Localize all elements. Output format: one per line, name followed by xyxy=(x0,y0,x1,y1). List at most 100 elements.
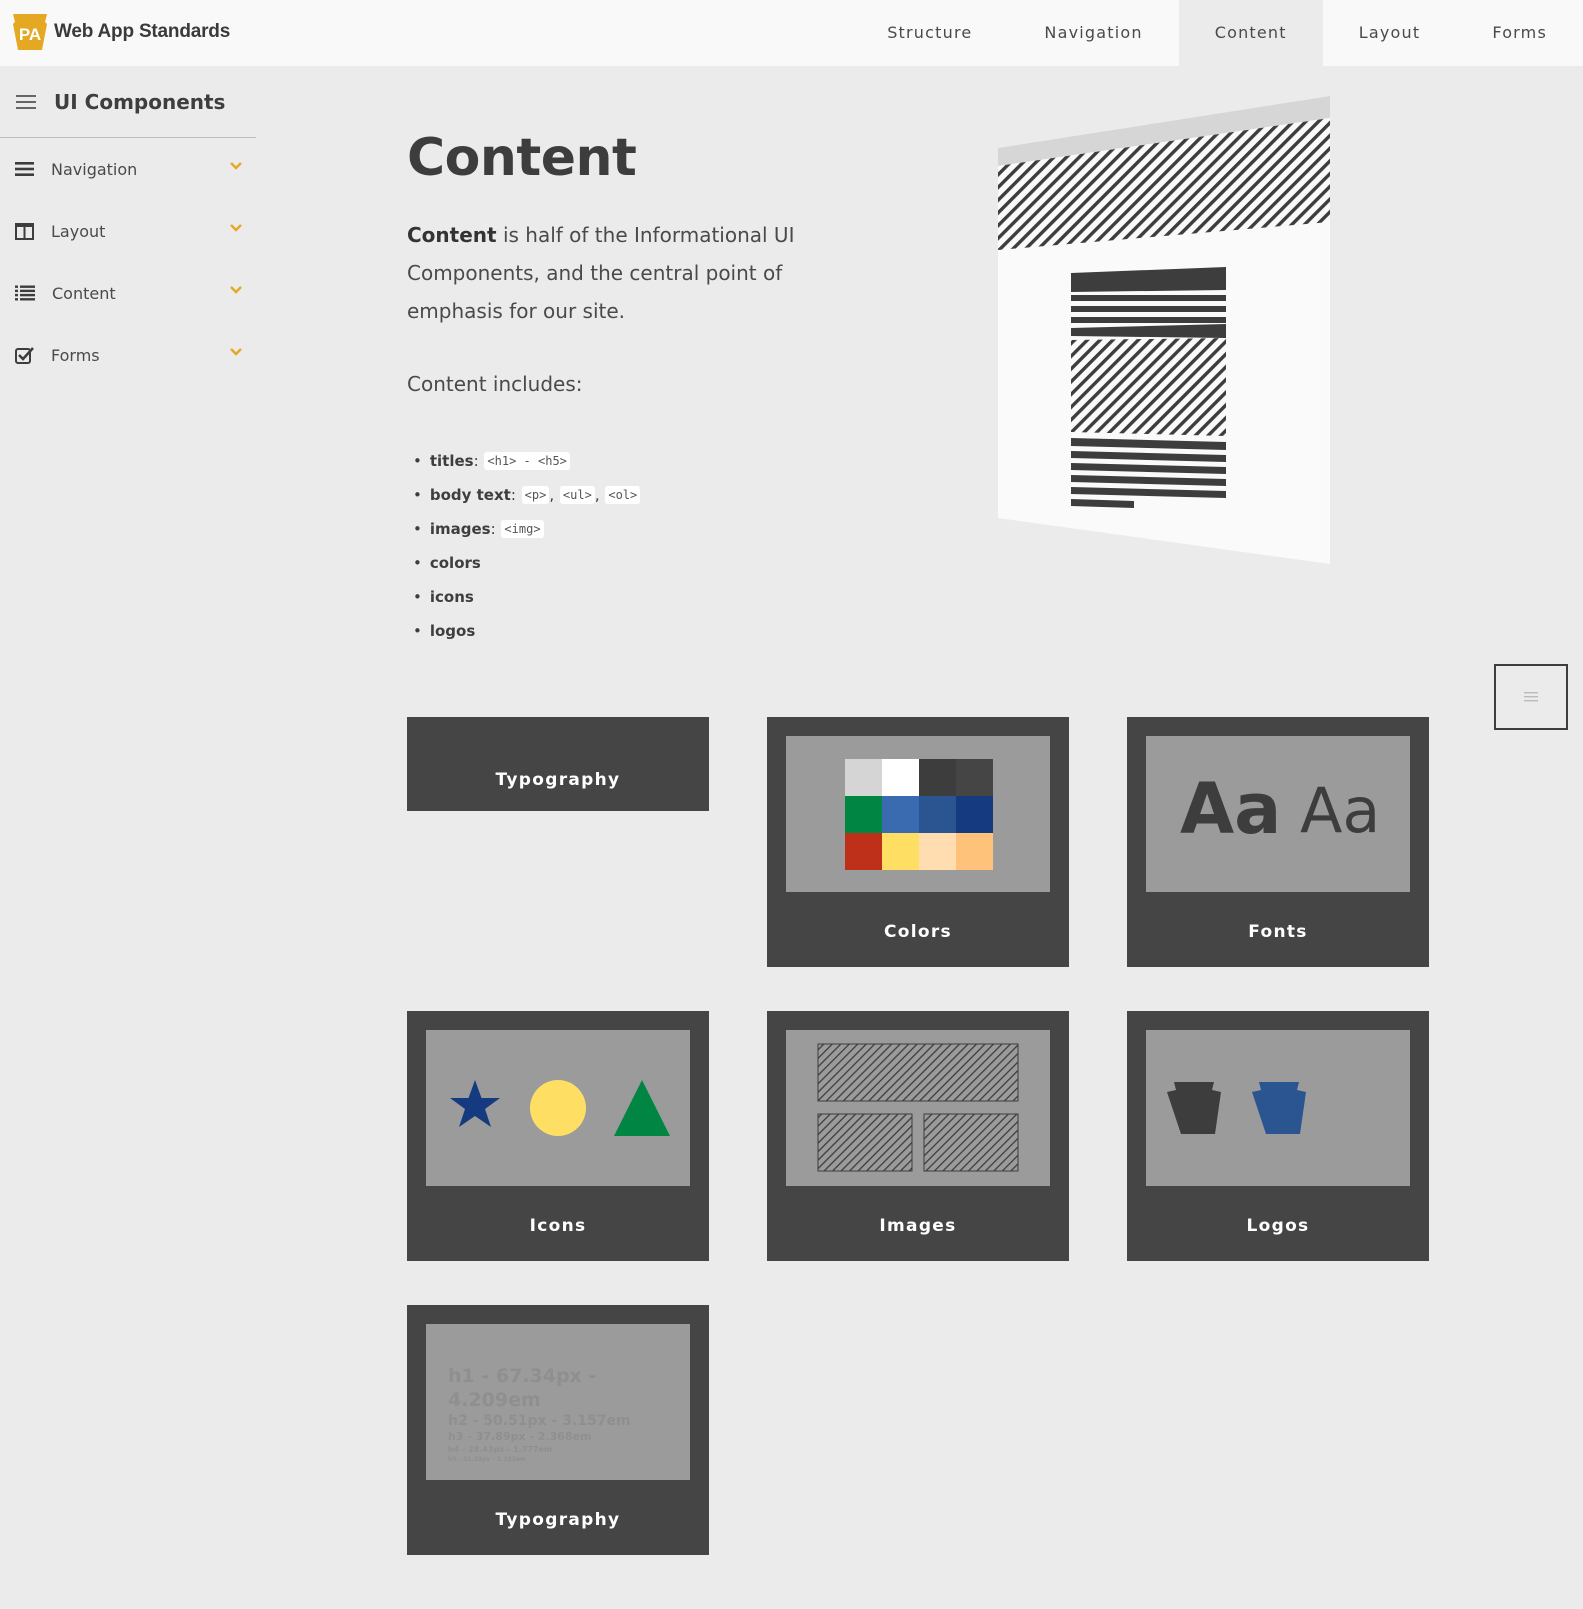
color-swatch xyxy=(956,833,993,870)
card-label: Logos xyxy=(1246,1216,1310,1236)
fonts-card[interactable]: Aa Aa Fonts xyxy=(1127,717,1429,967)
brand-name: Web App Standards xyxy=(54,21,231,42)
color-swatch xyxy=(845,833,882,870)
colors-card[interactable]: Colors xyxy=(767,717,1069,967)
logos-card[interactable]: Logos xyxy=(1127,1011,1429,1261)
columns-icon xyxy=(15,222,34,240)
keystone-blue-icon xyxy=(1252,1082,1306,1134)
font-sample-bold: Aa xyxy=(1180,768,1282,850)
code-tag: <ul> xyxy=(559,486,595,504)
typo-sample-h1: h1 - 67.34px - 4.209em xyxy=(448,1365,597,1411)
sidebar: UI Components Navigation Layout Content … xyxy=(0,66,256,386)
typography-card[interactable]: h1 - 67.34px - 4.209em h2 - 50.51px - 3.… xyxy=(407,1305,709,1555)
code-tag: <ol> xyxy=(605,486,641,504)
code-tag: <p> xyxy=(521,486,550,504)
color-swatch xyxy=(919,796,956,833)
color-swatch xyxy=(845,796,882,833)
code-tag: <h1> - <h5> xyxy=(484,452,570,470)
hamburger-icon[interactable] xyxy=(16,94,36,110)
color-swatches xyxy=(845,759,993,870)
icons-sample xyxy=(450,1080,670,1136)
typo-sample-h4: h4 - 28.43px - 1.777em xyxy=(448,1445,553,1454)
top-header: PA Web App Standards Structure Navigatio… xyxy=(0,0,1583,66)
color-swatch xyxy=(845,759,882,796)
image-placeholder xyxy=(817,1113,913,1172)
color-swatch xyxy=(919,759,956,796)
checkbox-icon xyxy=(15,347,34,364)
typography-scale: h1 - 67.34px - 4.209em h2 - 50.51px - 3.… xyxy=(448,1364,690,1464)
typography-card-top[interactable]: Typography xyxy=(407,717,709,811)
content-page-illustration xyxy=(998,96,1330,564)
chevron-down-icon[interactable] xyxy=(230,286,242,294)
card-label: Colors xyxy=(884,922,952,942)
sidebar-title: UI Components xyxy=(54,89,226,114)
star-icon xyxy=(450,1080,500,1127)
color-swatch xyxy=(919,833,956,870)
menu-lines-icon xyxy=(1524,692,1538,702)
typo-sample-h3: h3 - 37.89px - 2.368em xyxy=(448,1430,592,1443)
colors-preview xyxy=(786,736,1050,892)
images-card[interactable]: Images xyxy=(767,1011,1069,1261)
color-swatch xyxy=(882,759,919,796)
list-item: logos xyxy=(413,614,640,648)
image-placeholder xyxy=(817,1043,1019,1102)
intro-paragraph: Content is half of the Informational UI … xyxy=(407,216,827,330)
code-tag: <img> xyxy=(501,520,544,538)
circle-icon xyxy=(530,1080,586,1136)
list-item: icons xyxy=(413,580,640,614)
image-placeholders xyxy=(817,1043,1019,1172)
brand[interactable]: PA Web App Standards xyxy=(12,14,230,50)
topnav-layout[interactable]: Layout xyxy=(1323,0,1457,66)
keystone-logo-icon: PA xyxy=(13,14,47,50)
font-sample-regular: Aa xyxy=(1300,774,1381,847)
sidebar-item-navigation[interactable]: Navigation xyxy=(0,138,256,200)
card-label: Fonts xyxy=(1248,922,1308,942)
sidebar-item-label: Layout xyxy=(51,221,106,241)
bars-icon xyxy=(15,162,34,176)
triangle-icon xyxy=(614,1080,670,1136)
logos-preview xyxy=(1146,1030,1410,1186)
content-bullet-list: titles: <h1> - <h5> body text: <p>, <ul>… xyxy=(413,444,641,648)
card-label: Images xyxy=(879,1216,957,1236)
logos-sample xyxy=(1167,1082,1306,1134)
color-swatch xyxy=(882,796,919,833)
keystone-dark-icon xyxy=(1167,1082,1221,1134)
color-swatch xyxy=(956,796,993,833)
list-item: colors xyxy=(413,546,640,580)
sidebar-item-label: Forms xyxy=(51,345,100,365)
sidebar-item-label: Navigation xyxy=(51,159,138,179)
sidebar-item-forms[interactable]: Forms xyxy=(0,324,256,386)
icons-card[interactable]: Icons xyxy=(407,1011,709,1261)
topnav-structure[interactable]: Structure xyxy=(851,0,1008,66)
includes-heading: Content includes: xyxy=(407,372,583,396)
typo-sample-h2: h2 - 50.51px - 3.157em xyxy=(448,1413,631,1429)
sidebar-item-label: Content xyxy=(52,283,116,303)
fonts-preview: Aa Aa xyxy=(1146,736,1410,892)
sidebar-header: UI Components xyxy=(0,66,256,138)
card-label: Typography xyxy=(495,770,621,790)
list-item: body text: <p>, <ul>, <ol> xyxy=(413,478,641,512)
chevron-down-icon[interactable] xyxy=(230,348,242,356)
list-icon xyxy=(15,285,35,301)
sidebar-item-content[interactable]: Content xyxy=(0,262,256,324)
color-swatch xyxy=(956,759,993,796)
chevron-down-icon[interactable] xyxy=(230,162,242,170)
topnav-content[interactable]: Content xyxy=(1178,0,1323,66)
topnav-navigation[interactable]: Navigation xyxy=(1008,0,1178,66)
card-label: Icons xyxy=(529,1216,587,1236)
typo-sample-h5: h5 - 21.33px - 1.333em xyxy=(448,1456,527,1463)
typography-preview: h1 - 67.34px - 4.209em h2 - 50.51px - 3.… xyxy=(426,1324,690,1480)
topnav-forms[interactable]: Forms xyxy=(1456,0,1583,66)
sidebar-item-layout[interactable]: Layout xyxy=(0,200,256,262)
color-swatch xyxy=(882,833,919,870)
images-preview xyxy=(786,1030,1050,1186)
card-label: Typography xyxy=(495,1510,621,1530)
list-item: images: <img> xyxy=(413,512,640,546)
image-placeholder xyxy=(923,1113,1019,1172)
icons-preview xyxy=(426,1030,690,1186)
svg-text:PA: PA xyxy=(19,25,41,44)
chevron-down-icon[interactable] xyxy=(230,224,242,232)
intro-strong: Content xyxy=(407,223,497,247)
list-item: titles: <h1> - <h5> xyxy=(413,444,640,478)
page-menu-toggle-button[interactable] xyxy=(1494,664,1568,730)
